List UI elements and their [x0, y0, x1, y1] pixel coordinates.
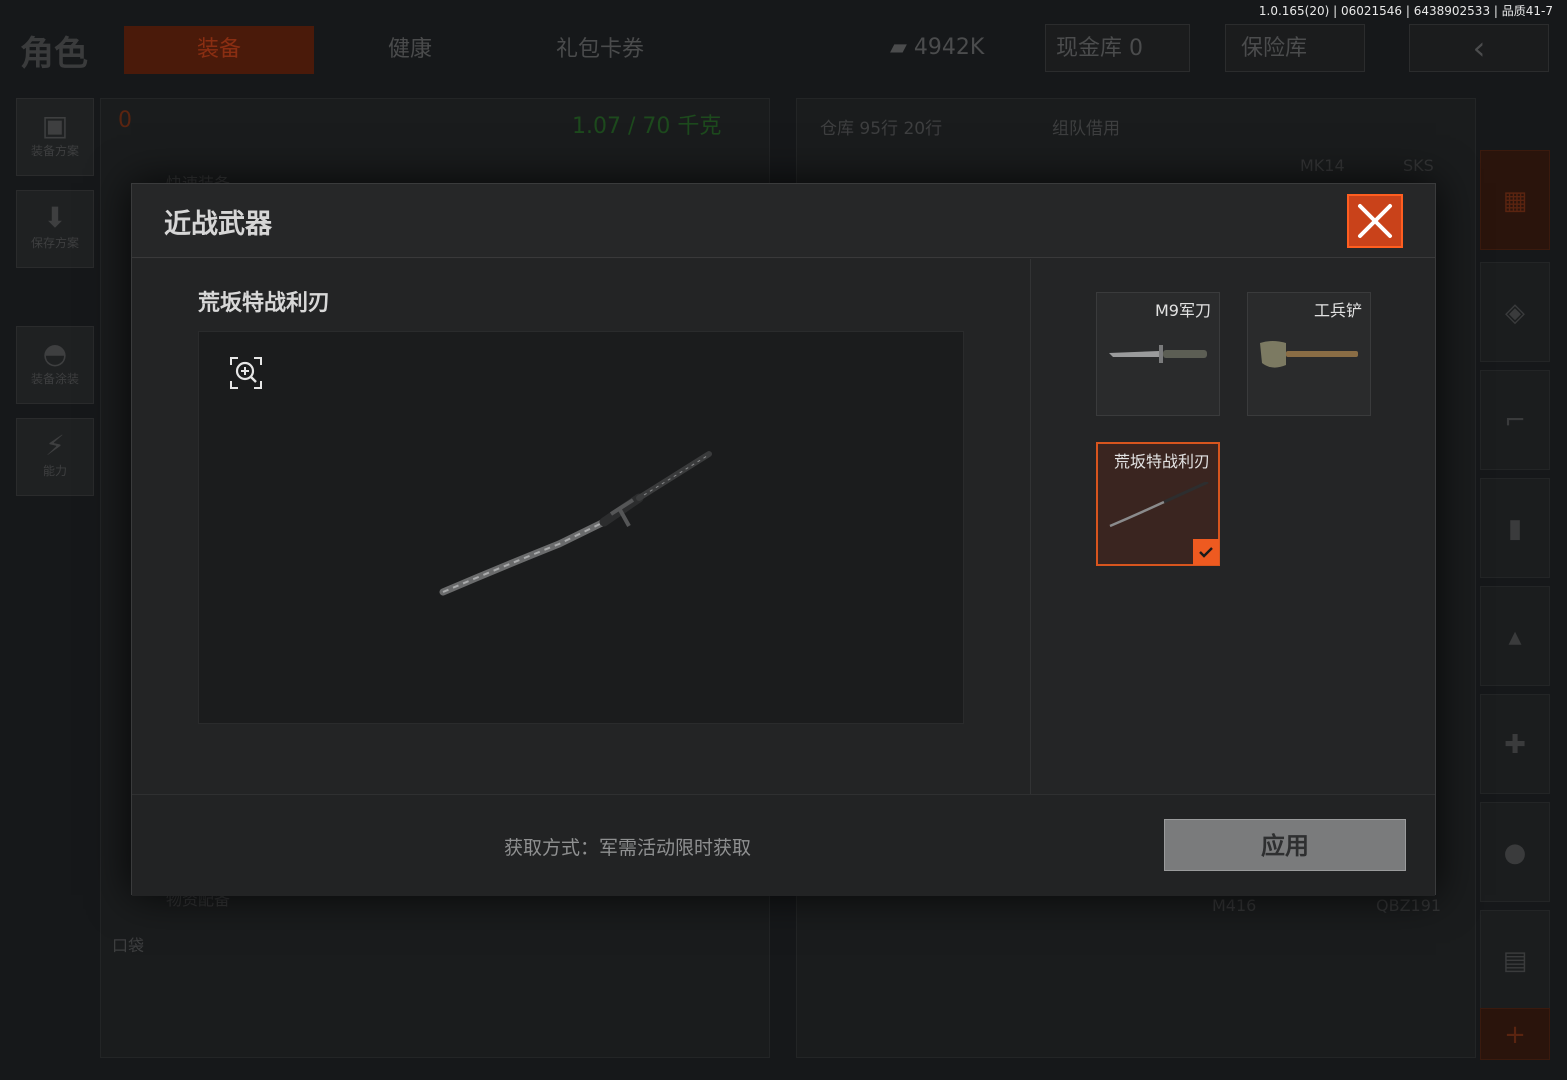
bayonet-icon [1109, 345, 1207, 363]
weapon-label: SKS [1403, 156, 1434, 175]
bullet-icon: ▴ [1508, 622, 1522, 652]
item-card-arasaka-blade[interactable]: 荒坂特战利刃 [1096, 442, 1220, 566]
warehouse-info: 仓库 95行 20行 [820, 119, 943, 139]
grenade-icon: ● [1503, 838, 1527, 868]
melee-weapon-dialog: 近战武器 荒坂特战利刃 M9军刀 工兵铲 荒坂特战利刃 获取方式：军需活动限时获… [131, 183, 1436, 896]
safe-vault-button[interactable]: 保险库 [1225, 24, 1365, 72]
left-nav-label: 装备涂装 [30, 372, 79, 386]
right-nav-bullet[interactable]: ▴ [1480, 586, 1550, 686]
role-title: 角色 [20, 34, 88, 74]
shovel-icon [1260, 341, 1358, 368]
weapon-label: MK14 [1300, 156, 1345, 175]
pocket-label: 口袋 [112, 936, 145, 955]
close-button[interactable] [1347, 194, 1403, 248]
item-name: 工兵铲 [1313, 301, 1362, 320]
right-nav-gun[interactable]: ⌐ [1480, 370, 1550, 470]
item-name: 荒坂特战利刃 [1113, 452, 1210, 471]
vest-icon: ▣ [41, 109, 69, 142]
left-nav-label: 能力 [42, 464, 67, 478]
checkmark-icon [1199, 547, 1213, 558]
misc-icon: ▤ [1502, 946, 1528, 976]
right-nav-misc[interactable]: ▤ [1480, 910, 1550, 1010]
dialog-header: 近战武器 [132, 184, 1435, 258]
weight-display: 1.07 / 70 千克 [572, 114, 722, 139]
money-icon: ▰ [890, 35, 914, 60]
preview-section: 荒坂特战利刃 [132, 259, 1030, 794]
dialog-footer: 获取方式：军需活动限时获取 应用 [132, 794, 1435, 896]
back-button[interactable]: ‹ [1409, 24, 1549, 72]
download-icon: ⬇ [43, 201, 67, 234]
weapon-list: M9军刀 工兵铲 荒坂特战利刃 [1031, 259, 1435, 794]
left-nav-label: 保存方案 [30, 236, 79, 250]
cash-vault-button[interactable]: 现金库 0 [1045, 24, 1190, 72]
selected-check [1193, 539, 1219, 565]
box-icon: ▦ [1502, 186, 1528, 216]
gun-icon: ⌐ [1504, 406, 1526, 436]
cash-vault-label: 现金库 0 [1056, 36, 1143, 61]
money-display: ▰ 4942K [890, 24, 1020, 72]
right-nav-all[interactable]: ▦ [1480, 150, 1550, 250]
left-nav-skin[interactable]: ◓ 装备涂装 [16, 326, 94, 404]
team-borrow-tab[interactable]: 组队借用 [1052, 114, 1120, 139]
left-nav-label: 装备方案 [30, 144, 79, 158]
left-nav-save[interactable]: ⬇ 保存方案 [16, 190, 94, 268]
lightning-icon: ⚡ [45, 429, 65, 462]
tab-equipment[interactable]: 装备 [124, 26, 314, 74]
money-amount: 4942K [913, 35, 985, 60]
left-nav-ability[interactable]: ⚡ 能力 [16, 418, 94, 496]
preview-viewport[interactable] [198, 331, 964, 724]
katana-icon [1109, 482, 1209, 528]
right-nav-medical[interactable]: ✚ [1480, 694, 1550, 794]
right-nav-add[interactable]: + [1480, 1008, 1550, 1060]
right-nav-ammo[interactable]: ▮ [1480, 478, 1550, 578]
preview-item-name: 荒坂特战利刃 [198, 291, 331, 316]
apply-button[interactable]: 应用 [1164, 819, 1406, 871]
medical-icon: ✚ [1504, 730, 1526, 760]
item-name: M9军刀 [1155, 301, 1211, 320]
item-card-m9[interactable]: M9军刀 [1096, 292, 1220, 416]
tab-gift-vouchers[interactable]: 礼包卡券 [520, 26, 680, 74]
weapon-label: QBZ191 [1376, 896, 1442, 915]
armor-icon: ◈ [1505, 298, 1525, 328]
item-card-shovel[interactable]: 工兵铲 [1247, 292, 1371, 416]
acquire-method-text: 获取方式：军需活动限时获取 [504, 837, 752, 859]
katana-image [439, 451, 712, 596]
tab-health[interactable]: 健康 [330, 26, 490, 74]
helmet-icon: ◓ [42, 337, 68, 370]
top-bar: 角色 装备 健康 礼包卡券 ▰ 4942K 现金库 0 保险库 ‹ [0, 18, 1567, 82]
version-info: 1.0.165(20) | 06021546 | 6438902533 | 品质… [1258, 4, 1553, 18]
safe-vault-label: 保险库 [1241, 36, 1308, 61]
backpack-count: 0 [118, 108, 132, 133]
left-nav-loadout[interactable]: ▣ 装备方案 [16, 98, 94, 176]
back-arrow-icon: ‹ [1472, 29, 1486, 67]
magazine-icon: ▮ [1507, 514, 1523, 544]
close-icon [1358, 204, 1392, 238]
plus-icon: + [1504, 1020, 1526, 1050]
zoom-in-icon[interactable] [229, 356, 263, 390]
weapon-label: M416 [1212, 896, 1257, 915]
dialog-title: 近战武器 [164, 209, 272, 240]
right-nav-armor[interactable]: ◈ [1480, 262, 1550, 362]
right-nav-grenade[interactable]: ● [1480, 802, 1550, 902]
